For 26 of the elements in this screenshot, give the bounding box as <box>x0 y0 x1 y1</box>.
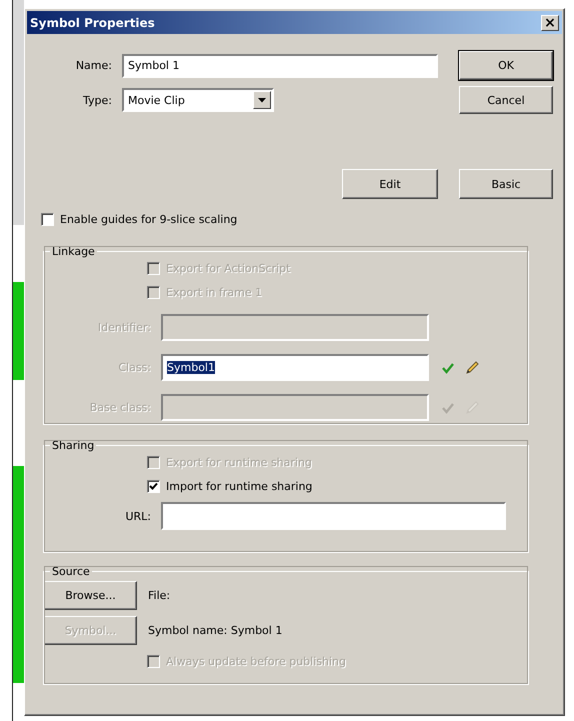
text-field[interactable]: Symbol1 <box>161 354 429 381</box>
source-button[interactable]: Browse... <box>44 581 137 610</box>
type-dropdown[interactable]: Movie Clip <box>122 88 274 112</box>
field-label: URL: <box>124 510 151 522</box>
basic-button[interactable]: Basic <box>459 169 553 199</box>
dropdown-arrow-icon[interactable] <box>258 98 266 102</box>
url-field[interactable] <box>161 502 506 530</box>
pencil-icon[interactable] <box>464 360 480 376</box>
field-label: Name: <box>74 59 112 72</box>
checkbox[interactable]: Import for runtime sharing <box>147 480 312 493</box>
info-text: File: <box>148 589 170 602</box>
checkbox[interactable]: Enable guides for 9-slice scaling <box>41 213 238 226</box>
edit-button[interactable]: Edit <box>342 169 438 199</box>
checkmark-icon[interactable] <box>441 400 455 414</box>
window-title: Symbol Properties <box>30 16 155 30</box>
tick-icon <box>149 482 158 491</box>
ok-button[interactable]: OK <box>459 51 553 80</box>
group-title: Sharing <box>51 439 96 452</box>
close-button[interactable]: × <box>541 14 559 30</box>
field-label: Type: <box>82 94 112 106</box>
checkmark-icon[interactable] <box>441 360 455 374</box>
group-title: Linkage <box>51 245 96 258</box>
group-title: Source <box>51 565 91 578</box>
cancel-button[interactable]: Cancel <box>459 86 553 114</box>
name-field[interactable]: Symbol 1 <box>122 54 438 78</box>
info-text: Symbol name: Symbol 1 <box>148 624 282 637</box>
